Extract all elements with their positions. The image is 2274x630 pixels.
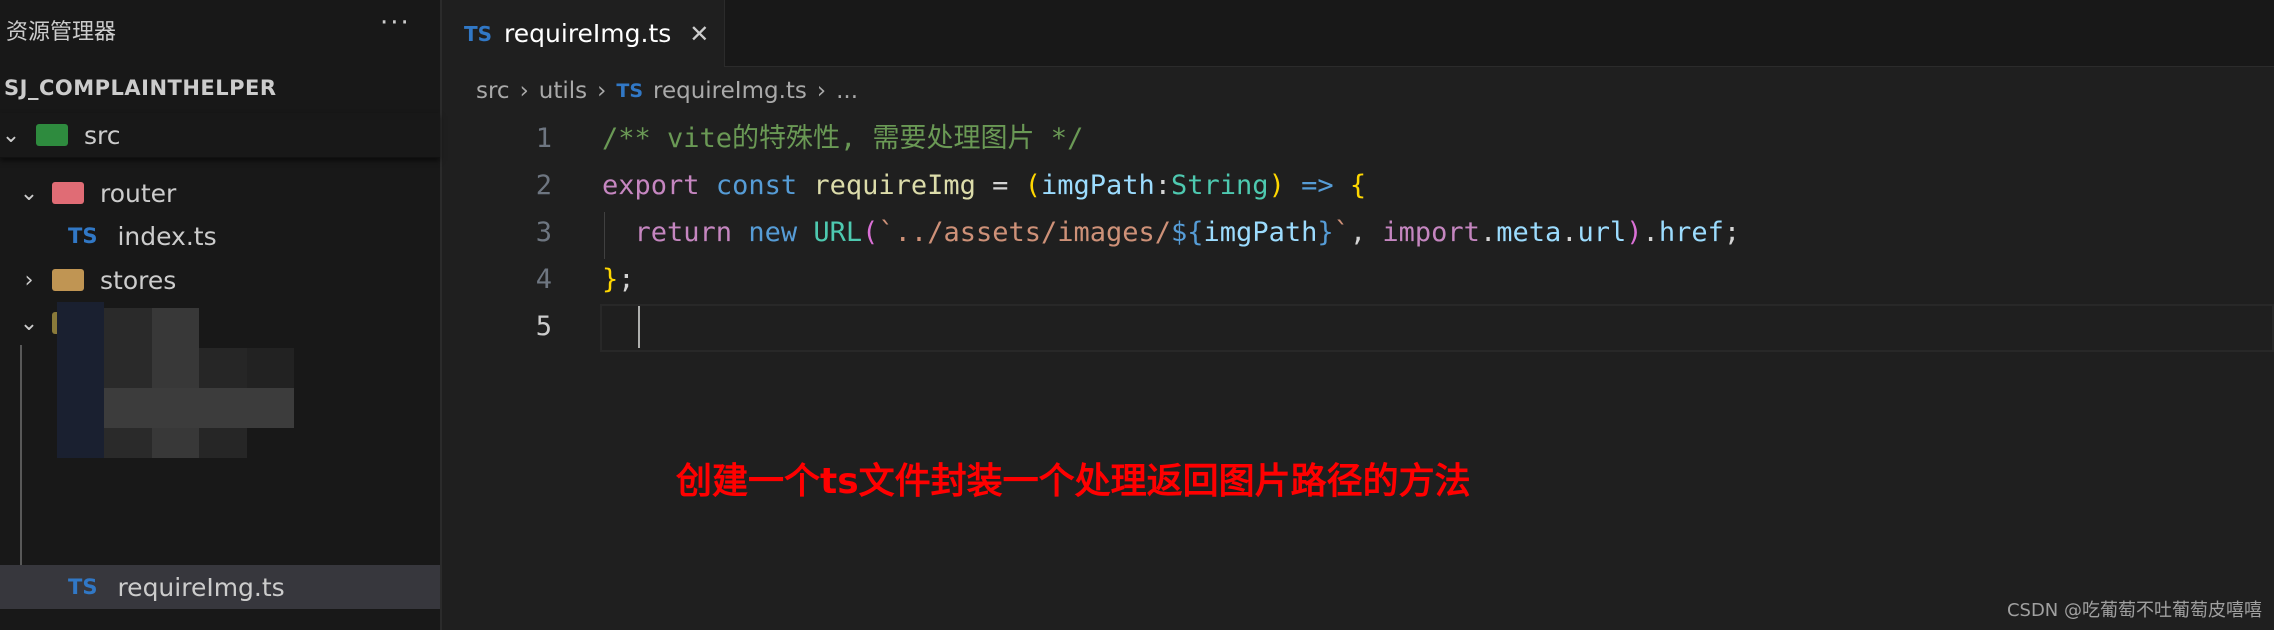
code-token: `../assets/images/	[878, 217, 1172, 248]
pixelated-redaction	[40, 302, 294, 458]
tree-item-stores[interactable]: › stores	[0, 258, 440, 302]
code-token: ;	[618, 264, 635, 295]
breadcrumb-src[interactable]: src	[476, 78, 510, 104]
code-line: export const requireImg = (imgPath:Strin…	[602, 162, 1740, 209]
code-token: const	[715, 170, 798, 201]
code-token: import	[1382, 217, 1480, 248]
breadcrumb-file[interactable]: requireImg.ts	[653, 78, 807, 104]
breadcrumb: src › utils › TS requireImg.ts › ...	[476, 74, 858, 108]
line-number: 2	[535, 170, 552, 201]
explorer-sidebar: 资源管理器 ··· SJ_COMPLAINTHELPER ⌄ src ⌄ rou…	[0, 0, 442, 630]
breadcrumb-utils[interactable]: utils	[539, 78, 587, 104]
typescript-file-icon: TS	[68, 224, 98, 248]
folder-router-icon	[52, 182, 84, 204]
tree-item-requireimg-ts[interactable]: TS requireImg.ts	[0, 565, 440, 609]
project-name[interactable]: SJ_COMPLAINTHELPER	[4, 76, 277, 100]
typescript-file-icon: TS	[68, 575, 98, 599]
tree-item-index-ts[interactable]: TS index.ts	[0, 214, 440, 258]
line-number: 4	[535, 264, 552, 295]
folder-icon	[52, 269, 84, 291]
line-number: 3	[535, 217, 552, 248]
tree-item-src[interactable]: ⌄ src	[0, 113, 440, 158]
tree-item-label: router	[100, 178, 177, 208]
code-token: ;	[1723, 217, 1741, 248]
code-line: /** vite的特殊性, 需要处理图片 */	[602, 115, 1740, 162]
code-token: )	[1268, 170, 1285, 201]
chevron-right-icon: ›	[597, 78, 607, 104]
code-token: {	[1349, 170, 1367, 201]
line-number: 1	[535, 123, 552, 154]
watermark: CSDN @吃葡萄不吐葡萄皮嘻嘻	[2006, 600, 2262, 621]
code-token: ${	[1171, 217, 1204, 248]
code-token: }	[1317, 217, 1334, 248]
more-actions-button[interactable]: ···	[380, 8, 411, 38]
breadcrumb-symbol[interactable]: ...	[836, 78, 858, 104]
code-line: };	[602, 256, 1740, 303]
code-token: requireImg	[813, 170, 976, 201]
chevron-right-icon: ›	[816, 78, 827, 104]
code-token: URL	[813, 217, 863, 248]
chevron-down-icon: ⌄	[19, 310, 39, 336]
code-token: .	[1479, 217, 1497, 248]
tree-item-router[interactable]: ⌄ router	[0, 171, 440, 215]
code-token: =>	[1301, 170, 1334, 201]
code-editor[interactable]: /** vite的特殊性, 需要处理图片 */ export const requ…	[602, 115, 1740, 350]
code-token: =	[975, 170, 1025, 201]
code-token: imgPath	[1203, 217, 1318, 248]
tab-label: requireImg.ts	[504, 19, 672, 48]
code-token: meta	[1496, 217, 1562, 248]
code-token: url	[1577, 217, 1627, 248]
code-token: ,	[1349, 217, 1383, 248]
code-token: /** vite的特殊性, 需要处理图片 */	[602, 123, 1084, 154]
tab-requireimg-ts[interactable]: TS requireImg.ts ✕	[442, 0, 725, 67]
chevron-down-icon: ⌄	[19, 180, 39, 206]
code-token: `	[1333, 217, 1350, 248]
code-token: export	[602, 170, 700, 201]
chevron-right-icon: ›	[24, 267, 34, 293]
line-number-gutter: 1 2 3 4 5	[500, 115, 552, 350]
annotation-text: 创建一个ts文件封装一个处理返回图片路径的方法	[676, 461, 1471, 502]
chevron-down-icon: ⌄	[1, 122, 21, 148]
tree-item-label: stores	[100, 265, 177, 295]
code-token: }	[602, 264, 619, 295]
editor-tab-bar: TS requireImg.ts ✕	[442, 0, 2274, 67]
typescript-file-icon: TS	[616, 80, 644, 102]
code-line: return new URL(`../assets/images/${imgPa…	[602, 209, 1741, 256]
tree-item-label: src	[84, 120, 121, 150]
code-token: .	[1642, 217, 1659, 248]
code-token: .	[1561, 217, 1578, 248]
typescript-file-icon: TS	[464, 21, 493, 46]
explorer-title: 资源管理器	[6, 20, 117, 45]
code-token: :	[1154, 170, 1172, 201]
line-number: 5	[535, 311, 552, 342]
code-token: imgPath	[1040, 170, 1155, 201]
text-cursor	[638, 306, 640, 348]
code-token: (	[862, 217, 879, 248]
code-token: new	[748, 217, 798, 248]
folder-src-icon	[36, 124, 68, 146]
chevron-right-icon: ›	[519, 78, 529, 104]
code-token: String	[1171, 170, 1269, 201]
code-token: (	[1024, 170, 1041, 201]
code-token: return	[634, 217, 733, 248]
close-icon[interactable]: ✕	[689, 20, 709, 48]
code-token: )	[1626, 217, 1643, 248]
tree-item-label: requireImg.ts	[117, 572, 285, 602]
tree-item-label: index.ts	[117, 221, 217, 251]
code-token: href	[1658, 217, 1724, 248]
